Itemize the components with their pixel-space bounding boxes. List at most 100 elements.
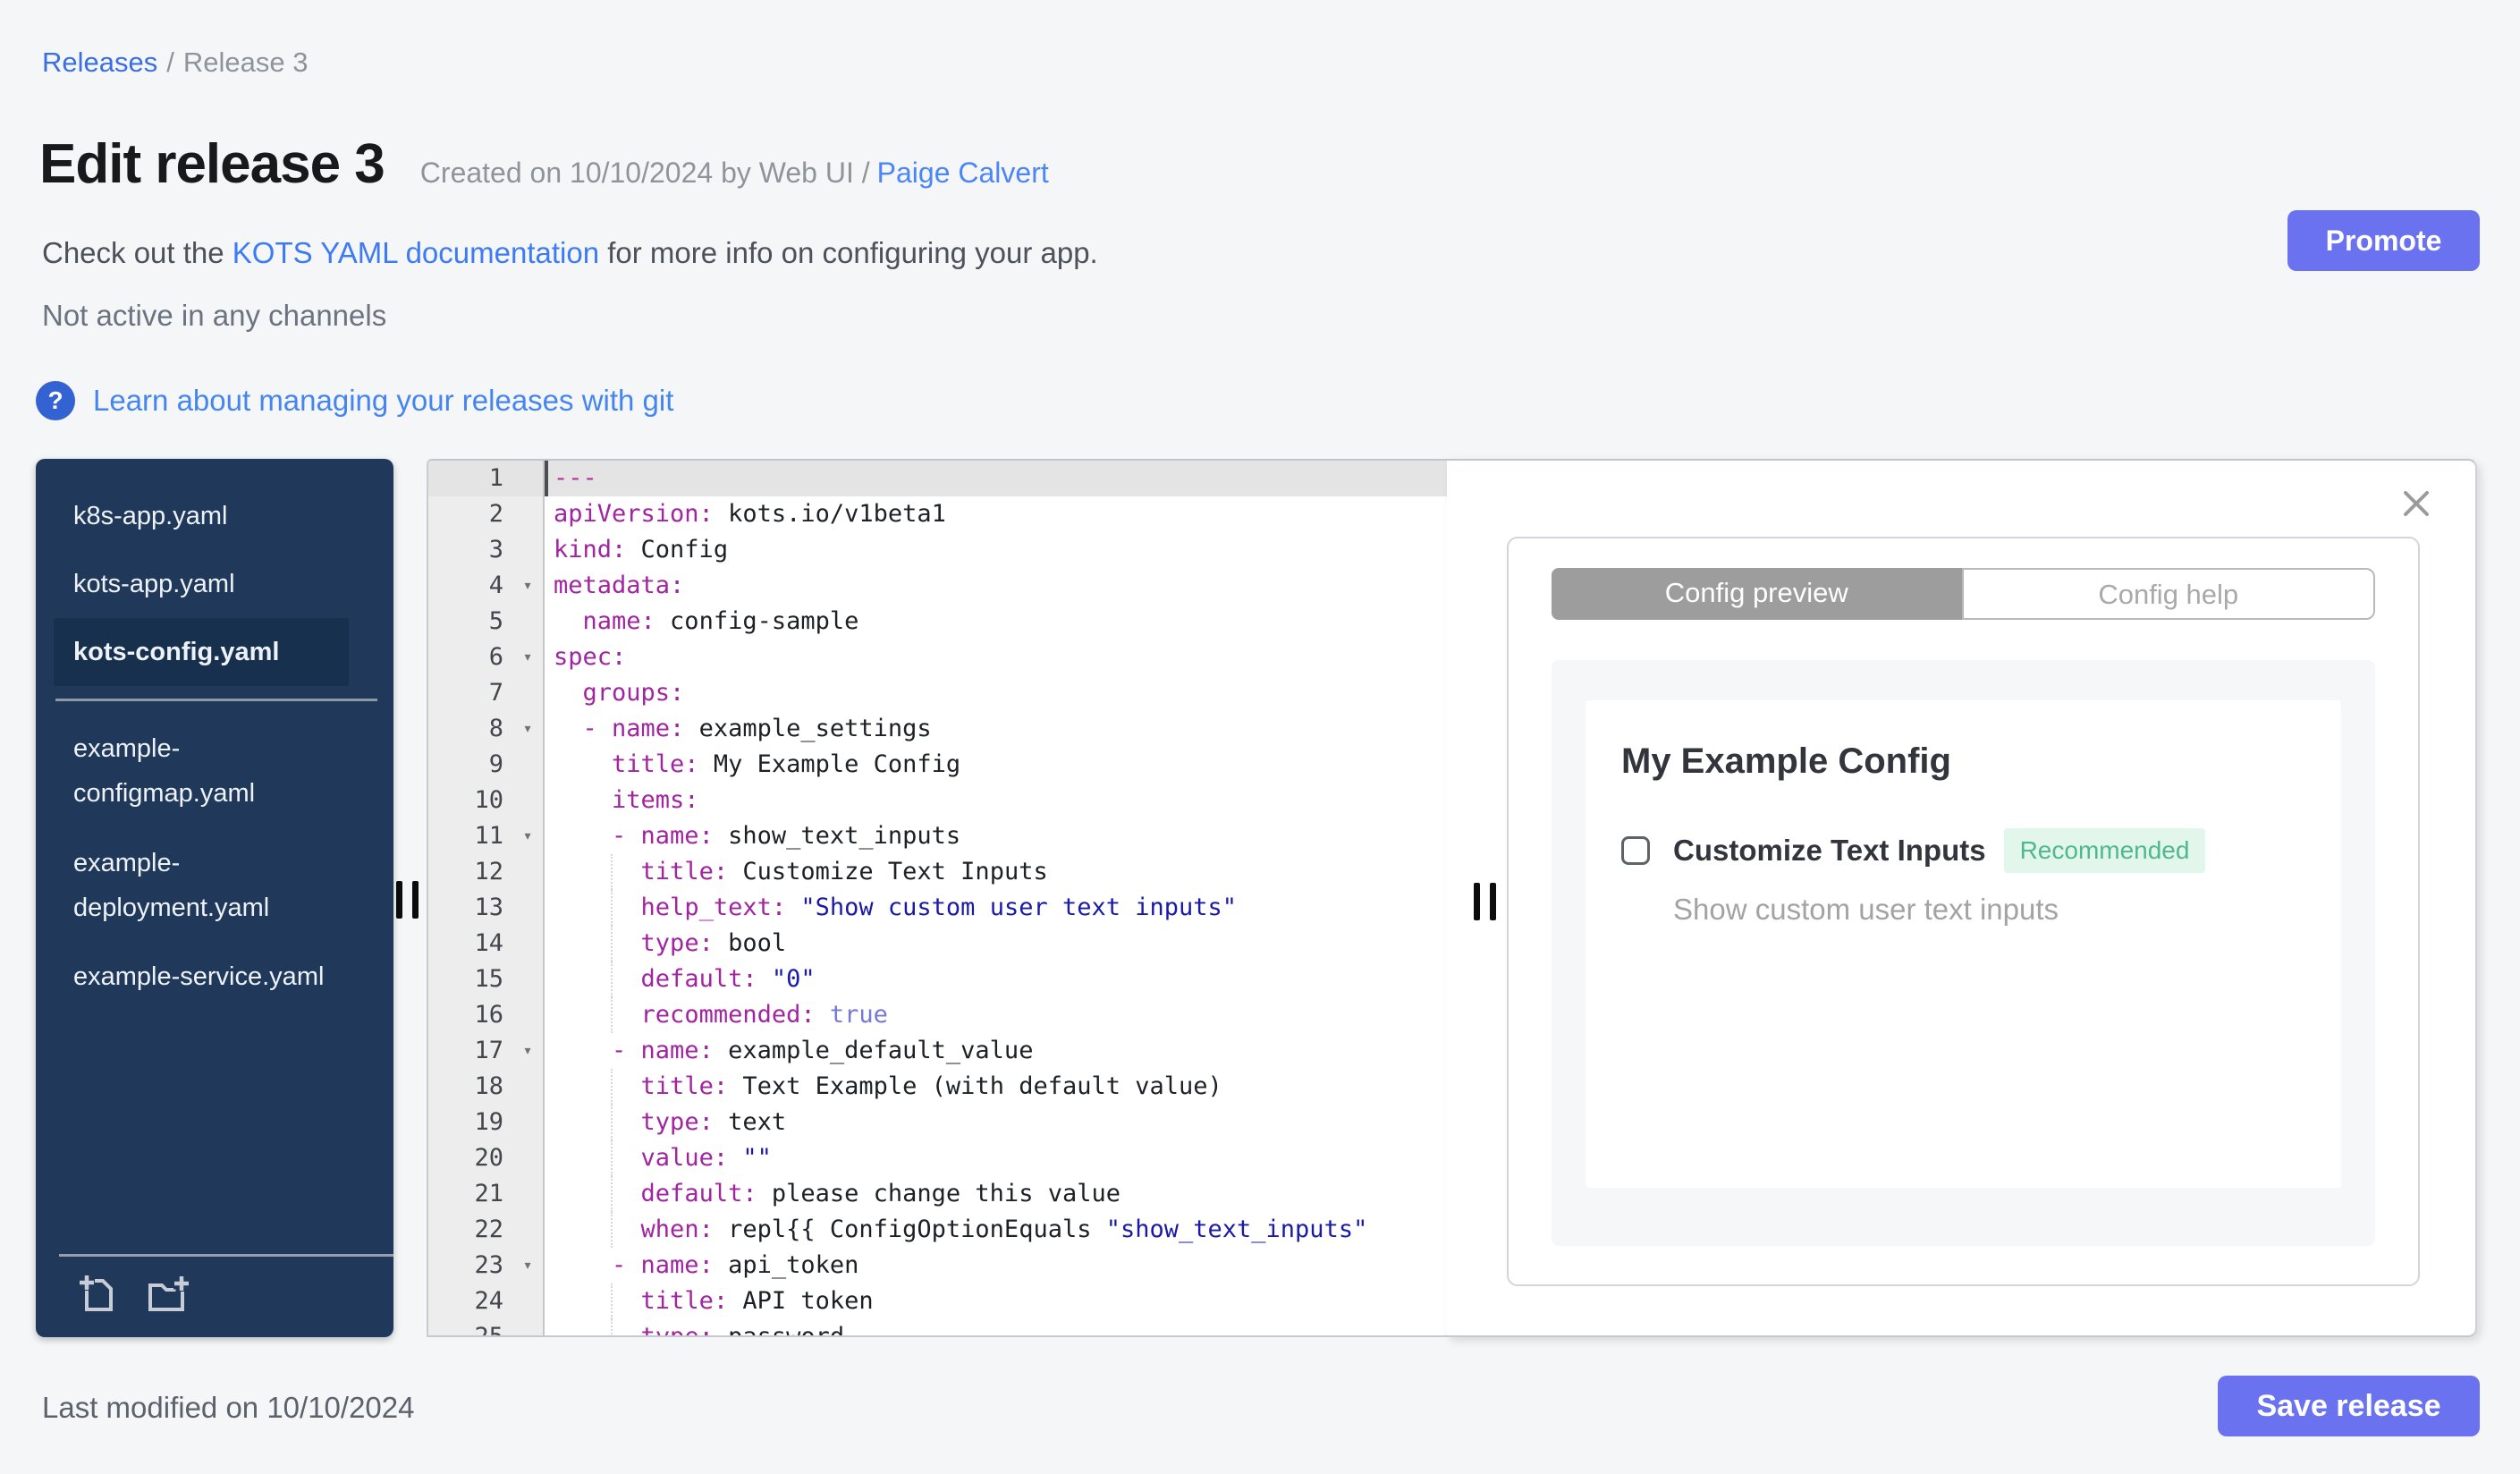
code-line[interactable]: 8 ▾ - name: example_settings [428,711,1447,747]
code-line[interactable]: 17 ▾ - name: example_default_value [428,1033,1447,1069]
fold-column [512,1212,545,1248]
code-line[interactable]: 5 name: config-sample [428,604,1447,640]
code-line[interactable]: 11 ▾ - name: show_text_inputs [428,818,1447,854]
code-text[interactable]: title: My Example Config [545,747,1447,783]
fold-column [512,496,545,532]
code-token: bool [713,929,787,957]
line-number: 16 [428,997,512,1033]
code-text[interactable]: help_text: "Show custom user text inputs… [545,890,1447,926]
code-token: - name: [612,1251,714,1279]
code-text[interactable]: spec: [545,640,1447,675]
code-line[interactable]: 7 groups: [428,675,1447,711]
code-text[interactable]: metadata: [545,568,1447,604]
code-text[interactable]: --- [545,461,1447,496]
code-token: --- [554,464,597,492]
code-line[interactable]: 16 recommended: true [428,997,1447,1033]
code-line[interactable]: 24 title: API token [428,1283,1447,1319]
code-token: spec: [554,643,627,671]
breadcrumb: Releases / Release 3 [42,47,308,79]
code-line[interactable]: 19 type: text [428,1105,1447,1140]
kots-yaml-doc-link[interactable]: KOTS YAML documentation [233,236,599,269]
git-releases-link[interactable]: Learn about managing your releases with … [93,384,673,418]
code-line[interactable]: 6 ▾ spec: [428,640,1447,675]
code-line[interactable]: 22 when: repl{{ ConfigOptionEquals "show… [428,1212,1447,1248]
tab-config-preview[interactable]: Config preview [1552,568,1962,620]
add-file-icon[interactable] [75,1271,122,1317]
sidebar-item-example-service.yaml[interactable]: example-service.yaml [54,943,349,1011]
close-icon[interactable] [2397,484,2436,523]
code-text[interactable]: value: "" [545,1140,1447,1176]
fold-column [512,783,545,818]
code-line[interactable]: 13 help_text: "Show custom user text inp… [428,890,1447,926]
breadcrumb-releases-link[interactable]: Releases [42,47,157,78]
code-text[interactable]: - name: api_token [545,1248,1447,1283]
code-line[interactable]: 21 default: please change this value [428,1176,1447,1212]
code-text[interactable]: when: repl{{ ConfigOptionEquals "show_te… [545,1212,1447,1248]
add-folder-icon[interactable] [141,1271,191,1317]
code-text[interactable]: - name: example_default_value [545,1033,1447,1069]
fold-arrow-icon[interactable]: ▾ [512,640,545,675]
file-list: k8s-app.yaml kots-app.yaml kots-config.yam… [36,459,393,1011]
code-text[interactable]: title: Customize Text Inputs [545,854,1447,890]
code-line[interactable]: 1 --- [428,461,1447,496]
customize-text-inputs-checkbox[interactable] [1621,836,1650,865]
code-token: "Show custom user text inputs" [800,894,1238,921]
code-line[interactable]: 14 type: bool [428,926,1447,961]
sidebar-item-example-configmap.yaml[interactable]: example-configmap.yaml [54,714,349,828]
fold-column [512,604,545,640]
created-info: Created on 10/10/2024 by Web UI / Paige C… [420,157,1049,190]
fold-arrow-icon[interactable]: ▾ [512,711,545,747]
fold-arrow-icon[interactable]: ▾ [512,1248,545,1283]
code-text[interactable]: items: [545,783,1447,818]
code-line[interactable]: 3 kind: Config [428,532,1447,568]
sidebar-editor-resize-handle[interactable] [396,881,419,919]
code-line[interactable]: 23 ▾ - name: api_token [428,1248,1447,1283]
code-text[interactable]: - name: example_settings [545,711,1447,747]
fold-arrow-icon[interactable]: ▾ [512,568,545,604]
sidebar-item-k8s-app.yaml[interactable]: k8s-app.yaml [54,482,349,550]
code-line[interactable]: 15 default: "0" [428,961,1447,997]
promote-button[interactable]: Promote [2287,210,2480,271]
tab-config-help[interactable]: Config help [1961,568,2375,620]
editor-preview-resize-handle[interactable] [1474,883,1496,920]
code-text[interactable]: title: API token [545,1283,1447,1319]
save-release-button[interactable]: Save release [2218,1376,2480,1436]
code-line[interactable]: 12 title: Customize Text Inputs [428,854,1447,890]
code-text[interactable]: type: bool [545,926,1447,961]
code-text[interactable]: recommended: true [545,997,1447,1033]
code-line[interactable]: 4 ▾ metadata: [428,568,1447,604]
code-text[interactable]: title: Text Example (with default value) [545,1069,1447,1105]
code-text[interactable]: - name: show_text_inputs [545,818,1447,854]
code-line[interactable]: 25 type: password [428,1319,1447,1335]
code-token: type: [640,929,714,957]
code-text[interactable]: name: config-sample [545,604,1447,640]
fold-arrow-icon[interactable]: ▾ [512,818,545,854]
code-text[interactable]: default: "0" [545,961,1447,997]
code-text[interactable]: apiVersion: kots.io/v1beta1 [545,496,1447,532]
code-text[interactable]: groups: [545,675,1447,711]
resize-bar [412,881,419,919]
code-text[interactable]: kind: Config [545,532,1447,568]
code-line[interactable]: 9 title: My Example Config [428,747,1447,783]
created-text: Created on 10/10/2024 by Web UI / [419,157,870,189]
yaml-code-editor[interactable]: 1 --- 2 apiVersion: kots.io/v1beta1 3 kind: C… [427,459,1447,1337]
code-line[interactable]: 10 items: [428,783,1447,818]
sidebar-item-kots-app.yaml[interactable]: kots-app.yaml [54,550,349,618]
code-text[interactable]: type: text [545,1105,1447,1140]
fold-arrow-icon[interactable]: ▾ [512,1033,545,1069]
sidebar-item-example-deployment.yaml[interactable]: example-deployment.yaml [54,828,349,943]
created-by-link[interactable]: Paige Calvert [877,157,1049,189]
recommended-badge: Recommended [2003,828,2206,873]
sidebar-item-kots-config.yaml[interactable]: kots-config.yaml [54,618,349,686]
code-line[interactable]: 2 apiVersion: kots.io/v1beta1 [428,496,1447,532]
code-line[interactable]: 18 title: Text Example (with default val… [428,1069,1447,1105]
line-number: 12 [428,854,512,890]
line-number: 9 [428,747,512,783]
code-line[interactable]: 20 value: "" [428,1140,1447,1176]
code-text[interactable]: type: password [545,1319,1447,1335]
line-number: 5 [428,604,512,640]
code-text[interactable]: default: please change this value [545,1176,1447,1212]
